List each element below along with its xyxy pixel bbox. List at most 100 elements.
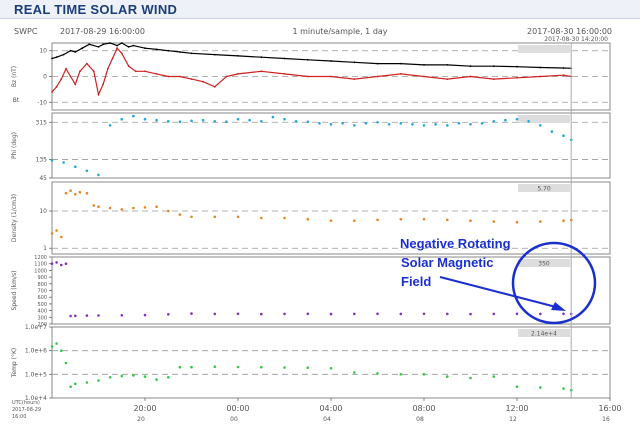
data-point [179,51,181,53]
data-point [74,193,77,196]
data-point [446,375,449,378]
x-minor-label: 20 [137,416,145,423]
data-point [62,161,65,164]
data-point [155,118,158,122]
data-point [167,209,170,213]
data-point [143,375,147,378]
y-axis-label-2: Bt [13,97,20,104]
data-point [108,124,112,127]
data-point [306,312,310,316]
data-point [353,312,356,316]
data-point [109,42,111,44]
cursor-time: 2017-08-30 14:20:00 [544,36,608,43]
data-point [492,78,495,80]
data-point [178,120,182,123]
data-point [376,121,379,124]
x-minor-label: 00 [230,416,238,423]
data-point [399,62,402,65]
y-tick-label: 1000 [34,268,47,274]
y-tick-label: 1.0e+7 [25,324,47,331]
data-point [353,61,356,64]
data-point [97,173,100,177]
data-point [213,53,216,56]
y-axis-label: Bz (nT) [11,66,18,87]
data-point [225,120,228,123]
data-point [178,365,182,369]
y-tick-label: 1.0e+5 [25,371,47,378]
data-point [120,42,123,44]
header-start-time: 2017-08-29 16:00:00 [60,27,145,36]
data-point [283,366,286,369]
data-point [562,74,565,77]
x-minor-label: 12 [509,416,517,423]
cursor-readout: 5.70 [537,186,551,193]
data-point [55,261,58,264]
data-point [306,217,310,221]
y-tick-label: 600 [37,295,47,301]
data-point [539,386,542,389]
data-point [539,66,542,69]
data-point [167,75,170,78]
data-point [60,78,63,80]
data-point [190,119,193,123]
data-point [236,215,240,219]
data-point [329,312,333,316]
data-point [539,75,542,78]
data-point [446,218,449,222]
data-point [132,44,135,47]
data-point [60,235,63,239]
data-point [446,124,449,127]
data-point [364,122,368,125]
data-point [55,342,58,345]
data-point [213,120,217,123]
data-point [376,372,379,375]
data-point [69,49,72,52]
data-point [480,122,484,125]
data-point [155,48,158,51]
data-point [539,220,542,223]
data-point [155,73,158,75]
data-point [190,78,193,80]
data-point [283,73,286,75]
data-point [108,376,112,379]
data-point [74,382,77,386]
data-point [306,366,310,370]
data-point [190,365,193,369]
data-point [399,312,403,316]
data-point [492,65,495,68]
data-point [283,57,286,60]
data-point [434,123,437,126]
data-point [527,120,530,123]
data-point [306,58,309,61]
data-point [562,387,565,390]
data-point [516,65,518,68]
cursor-readout: 350 [538,261,550,268]
data-point [271,115,275,119]
data-point [167,49,170,52]
data-point [190,52,193,55]
x-tick-label: 12:00 [505,404,528,413]
data-point [306,75,309,78]
data-point [64,361,68,365]
data-point [515,117,519,121]
data-point [399,73,402,75]
data-point [50,159,54,162]
data-point [69,385,72,389]
x-tick-label: 16:00 [598,404,621,413]
data-point [492,312,496,316]
data-point [213,312,217,316]
y-tick-label: 300 [37,315,47,321]
data-point [399,122,403,125]
y-axis-label: Phi (deg) [11,132,18,159]
data-point [236,312,240,316]
data-point [79,70,81,73]
data-point [376,218,379,222]
data-point [85,191,89,195]
data-point [85,169,89,173]
data-point [341,122,344,125]
y-tick-label: 1 [43,245,47,252]
x-axis-date-time: 16:00 [12,414,26,420]
data-point [446,64,449,66]
data-point [515,312,519,316]
data-point [237,73,239,75]
